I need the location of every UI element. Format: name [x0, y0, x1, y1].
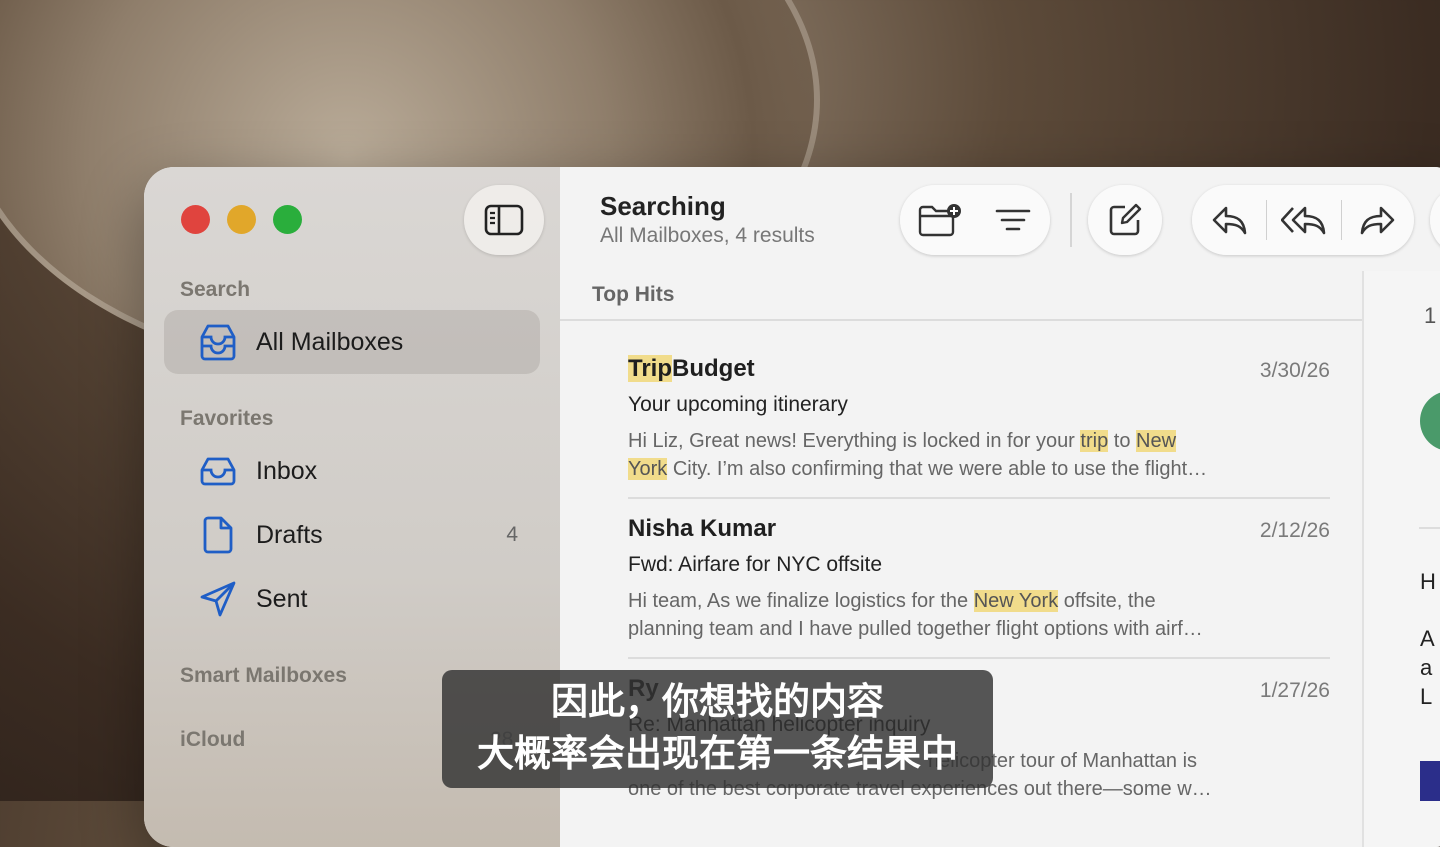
- sender: Nisha Kumar: [628, 515, 777, 542]
- reply-icon: [1212, 206, 1247, 235]
- list-item[interactable]: TripBudget 3/30/26 Your upcoming itinera…: [628, 355, 1330, 499]
- search-highlight: Trip: [628, 355, 673, 382]
- message-preview: Hi team, As we finalize logistics for th…: [628, 587, 1330, 643]
- search-scope-summary: All Mailboxes, 4 results: [600, 224, 815, 247]
- paper-plane-icon: [196, 577, 240, 621]
- reader-text: H: [1420, 569, 1436, 594]
- sidebar-icon: [484, 204, 524, 236]
- reply-all-button[interactable]: [1267, 185, 1341, 255]
- message-date: 2/12/26: [1259, 519, 1330, 542]
- sidebar-item-label: Drafts: [256, 520, 323, 549]
- sidebar-item-inbox[interactable]: Inbox: [164, 439, 540, 503]
- filter-button[interactable]: [980, 185, 1046, 255]
- reader-text: L: [1420, 684, 1433, 709]
- sidebar-item-label: All Mailboxes: [256, 327, 404, 356]
- message-preview: Hi Liz, Great news! Everything is locked…: [628, 427, 1330, 483]
- sender: TripBudget: [628, 355, 1330, 383]
- reading-pane: 1 H A a L: [1364, 271, 1440, 847]
- compose-icon: [1109, 203, 1142, 236]
- header-divider: [560, 319, 1362, 321]
- preview-text: City. I’m also confirming that we were a…: [667, 458, 1208, 480]
- compose-group: [1088, 185, 1162, 255]
- subtitle-line-2: 大概率会出现在第一条结果中: [477, 733, 958, 774]
- close-button[interactable]: [181, 205, 210, 234]
- preview-text: Hi Liz, Great news! Everything is locked…: [628, 430, 1081, 452]
- compose-button[interactable]: [1088, 185, 1162, 255]
- sidebar-item-label: Sent: [256, 584, 308, 613]
- sidebar-item-sent[interactable]: Sent: [164, 567, 540, 631]
- new-folder-button[interactable]: [900, 185, 980, 255]
- reply-button[interactable]: [1192, 185, 1266, 255]
- search-highlight: York: [628, 458, 668, 480]
- message-subject: Fwd: Airfare for NYC offsite: [628, 553, 883, 576]
- search-highlight: New York: [973, 590, 1059, 612]
- reader-image: [1420, 761, 1440, 801]
- sidebar-item-all-mailboxes[interactable]: All Mailboxes: [164, 310, 540, 374]
- sidebar-toggle-button[interactable]: [464, 185, 544, 255]
- subtitle-line-1: 因此，你想找的内容: [551, 681, 884, 722]
- section-search: Search: [180, 278, 251, 301]
- zoom-button[interactable]: [273, 205, 302, 234]
- search-highlight: New: [1136, 430, 1177, 452]
- more-toolbar-button[interactable]: [1430, 185, 1440, 255]
- preview-text: planning team and I have pulled together…: [628, 618, 1203, 640]
- message-subject: Your upcoming itinerary: [628, 393, 848, 416]
- drafts-count: 4: [506, 523, 518, 546]
- message-date: 3/30/26: [1259, 359, 1330, 382]
- minimize-button[interactable]: [227, 205, 256, 234]
- sidebar-item-label: Inbox: [256, 456, 318, 485]
- message-date: 1/27/26: [1259, 679, 1330, 702]
- forward-button[interactable]: [1342, 185, 1414, 255]
- preview-text: offsite, the: [1058, 590, 1156, 612]
- preview-text: to: [1108, 430, 1136, 452]
- video-subtitle: 因此，你想找的内容 大概率会出现在第一条结果中: [442, 670, 993, 788]
- section-favorites: Favorites: [180, 407, 274, 430]
- folder-filter-group: [900, 185, 1050, 255]
- section-smart-mailboxes[interactable]: Smart Mailboxes: [180, 664, 347, 688]
- reader-text: a: [1420, 655, 1433, 680]
- section-icloud[interactable]: iCloud: [180, 728, 245, 752]
- row-divider: [628, 657, 1330, 659]
- row-divider: [628, 497, 1330, 499]
- document-icon: [196, 513, 240, 557]
- avatar: [1420, 391, 1440, 451]
- sender-rest: Budget: [672, 355, 755, 382]
- window-controls: [181, 205, 302, 234]
- tray-icon: [196, 320, 240, 364]
- preview-text: Hi team, As we finalize logistics for th…: [628, 590, 974, 612]
- sidebar-item-drafts[interactable]: Drafts 4: [164, 503, 540, 567]
- reply-group: [1192, 185, 1414, 255]
- search-highlight: trip: [1080, 430, 1109, 452]
- reader-count: 1: [1424, 303, 1437, 328]
- toolbar-divider: [1070, 193, 1072, 247]
- filter-icon: [995, 209, 1031, 231]
- list-item[interactable]: Nisha Kumar 2/12/26 Fwd: Airfare for NYC…: [628, 515, 1330, 659]
- inbox-icon: [196, 449, 240, 493]
- top-hits-header: Top Hits: [592, 283, 675, 306]
- reply-all-icon: [1281, 206, 1326, 235]
- reader-text: A: [1420, 626, 1435, 651]
- page-title: Searching: [600, 191, 726, 221]
- reader-divider: [1419, 527, 1440, 529]
- forward-icon: [1360, 206, 1395, 235]
- folder-add-icon: [918, 204, 961, 237]
